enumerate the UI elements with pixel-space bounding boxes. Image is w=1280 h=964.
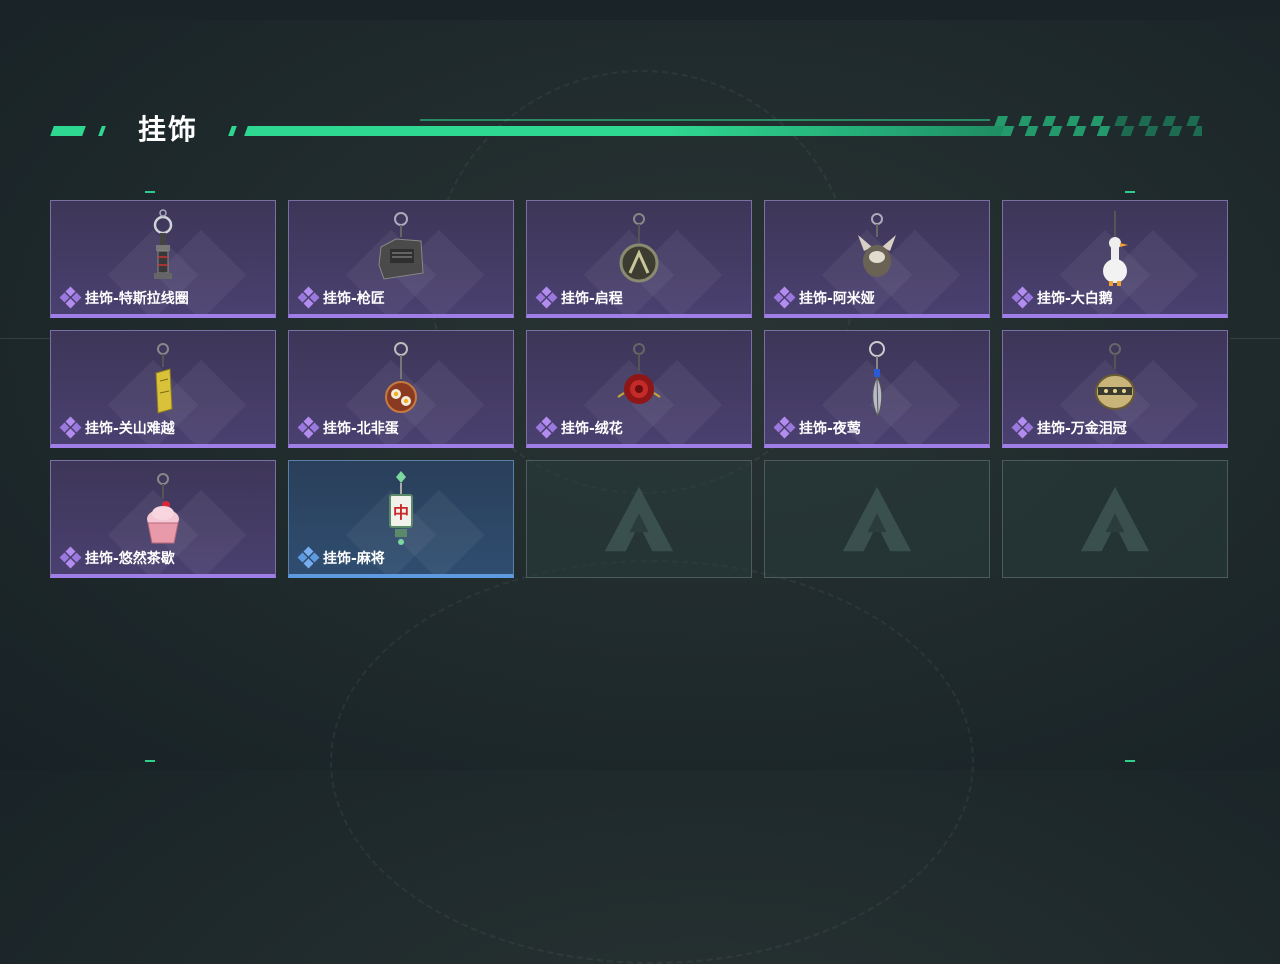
- charm-label: 挂饰-大白鹅: [1011, 286, 1113, 309]
- departure-charm-icon: [619, 213, 659, 283]
- rarity-purple-icon: [59, 416, 82, 439]
- rarity-purple-icon: [535, 286, 558, 309]
- charm-label: 挂饰-麻将: [297, 546, 385, 569]
- rarity-purple-icon: [1011, 286, 1034, 309]
- charm-name: 挂饰-枪匠: [323, 291, 385, 307]
- charm-name: 挂饰-麻将: [323, 551, 385, 567]
- header-thin-line: [420, 119, 990, 121]
- header-dash-small: [98, 126, 106, 136]
- gunsmith-charm-icon: [378, 212, 424, 280]
- charm-card-gold-bar[interactable]: 挂饰-关山难越: [50, 330, 276, 448]
- charm-name: 挂饰-夜莺: [799, 421, 861, 437]
- charm-label: 挂饰-启程: [535, 286, 623, 309]
- charm-name: 挂饰-北非蛋: [323, 421, 399, 437]
- tesla-coil-charm-icon: [153, 209, 173, 279]
- charm-card-tesla-coil[interactable]: 挂饰-特斯拉线圈: [50, 200, 276, 318]
- header-checker-pattern: [994, 116, 1202, 136]
- rarity-blue-icon: [297, 546, 320, 569]
- velvet-flower-charm-icon: [617, 343, 661, 404]
- charm-card-shakshuka[interactable]: 挂饰-北非蛋: [288, 330, 514, 448]
- charm-label: 挂饰-枪匠: [297, 286, 385, 309]
- charm-card-gunsmith[interactable]: 挂饰-枪匠: [288, 200, 514, 318]
- shakshuka-charm-icon: [385, 342, 417, 413]
- charm-name: 挂饰-关山难越: [85, 421, 175, 437]
- corner-tick: [1125, 191, 1135, 193]
- header-bar: [244, 126, 1008, 136]
- charm-label: 挂饰-特斯拉线圈: [59, 286, 189, 309]
- left-guide-line: [0, 338, 50, 339]
- empty-slot: [1002, 460, 1228, 578]
- charm-label: 挂饰-绒花: [535, 416, 623, 439]
- rarity-purple-icon: [297, 416, 320, 439]
- rarity-purple-icon: [773, 416, 796, 439]
- empty-slot: [526, 460, 752, 578]
- charm-card-crown[interactable]: 挂饰-万金泪冠: [1002, 330, 1228, 448]
- empty-slot-logo-icon: [1080, 486, 1150, 552]
- charm-label: 挂饰-关山难越: [59, 416, 175, 439]
- charm-name: 挂饰-阿米娅: [799, 291, 875, 307]
- amiya-charm-icon: [858, 213, 896, 277]
- header-dash: [50, 126, 86, 136]
- charm-name: 挂饰-启程: [561, 291, 623, 307]
- background-arc-lower: [330, 560, 974, 964]
- mahjong-tile-charm-icon: 中: [389, 471, 413, 545]
- header-dash-small: [228, 126, 237, 136]
- charm-name: 挂饰-特斯拉线圈: [85, 291, 189, 307]
- rarity-purple-icon: [773, 286, 796, 309]
- charm-label: 挂饰-悠然茶歇: [59, 546, 175, 569]
- rarity-purple-icon: [59, 546, 82, 569]
- empty-slot-logo-icon: [604, 486, 674, 552]
- charm-name: 挂饰-绒花: [561, 421, 623, 437]
- top-bar: [0, 0, 1280, 20]
- charm-name: 挂饰-万金泪冠: [1037, 421, 1127, 437]
- crown-charm-icon: [1095, 343, 1135, 410]
- white-goose-charm-icon: [1103, 211, 1128, 286]
- charm-label: 挂饰-阿米娅: [773, 286, 875, 309]
- corner-tick: [1125, 760, 1135, 762]
- charm-label: 挂饰-北非蛋: [297, 416, 399, 439]
- charm-name: 挂饰-大白鹅: [1037, 291, 1113, 307]
- rarity-purple-icon: [297, 286, 320, 309]
- right-guide-line: [1230, 338, 1280, 339]
- charm-card-amiya[interactable]: 挂饰-阿米娅: [764, 200, 990, 318]
- rarity-purple-icon: [1011, 416, 1034, 439]
- charm-card-velvet-flower[interactable]: 挂饰-绒花: [526, 330, 752, 448]
- charm-label: 挂饰-夜莺: [773, 416, 861, 439]
- charm-card-nightingale[interactable]: 挂饰-夜莺: [764, 330, 990, 448]
- charm-card-cupcake[interactable]: 挂饰-悠然茶歇: [50, 460, 276, 578]
- charm-name: 挂饰-悠然茶歇: [85, 551, 175, 567]
- charm-card-mahjong[interactable]: 中 挂饰-麻将: [288, 460, 514, 578]
- empty-slot: [764, 460, 990, 578]
- section-title: 挂饰: [138, 113, 199, 146]
- rarity-purple-icon: [535, 416, 558, 439]
- nightingale-feather-charm-icon: [869, 341, 885, 419]
- gold-bar-charm-icon: [155, 343, 173, 414]
- corner-tick: [145, 191, 155, 193]
- cupcake-charm-icon: [147, 473, 179, 544]
- rarity-purple-icon: [59, 286, 82, 309]
- empty-slot-logo-icon: [842, 486, 912, 552]
- charm-label: 挂饰-万金泪冠: [1011, 416, 1127, 439]
- charm-card-departure[interactable]: 挂饰-启程: [526, 200, 752, 318]
- svg-text:中: 中: [393, 503, 409, 522]
- corner-tick: [145, 760, 155, 762]
- charm-card-white-goose[interactable]: 挂饰-大白鹅: [1002, 200, 1228, 318]
